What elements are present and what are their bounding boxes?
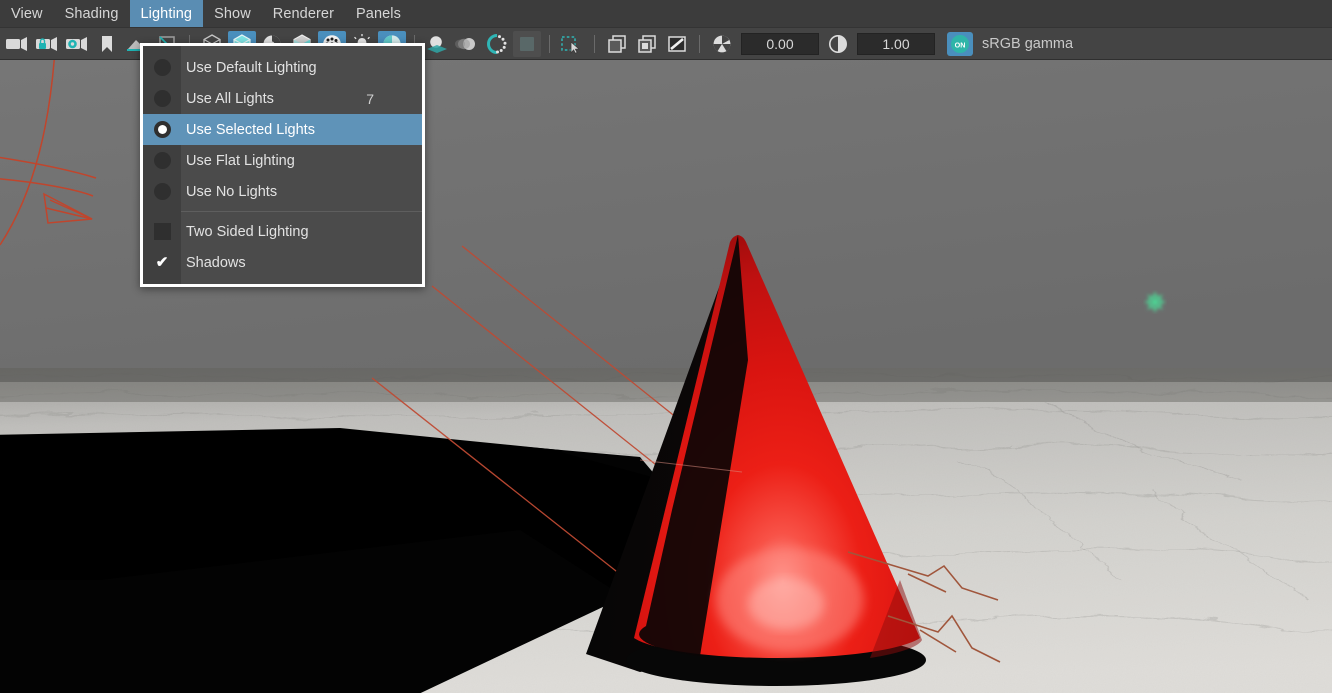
menu-item-label: Use Default Lighting <box>186 59 317 76</box>
lighting-dropdown-menu[interactable]: Use Default Lighting Use All Lights 7 Us… <box>140 43 425 287</box>
menu-item-use-flat-lighting[interactable]: Use Flat Lighting <box>143 145 422 176</box>
menu-renderer[interactable]: Renderer <box>262 0 345 27</box>
menu-item-use-selected-lights[interactable]: Use Selected Lights <box>143 114 422 145</box>
menu-item-use-all-lights[interactable]: Use All Lights 7 <box>143 83 422 114</box>
menu-item-use-no-lights[interactable]: Use No Lights <box>143 176 422 207</box>
menu-view[interactable]: View <box>0 0 54 27</box>
radio-flat-lighting-icon[interactable] <box>143 152 181 169</box>
camera-attributes-icon[interactable] <box>63 31 91 57</box>
radio-default-lighting-icon[interactable] <box>143 59 181 76</box>
menu-panels[interactable]: Panels <box>345 0 412 27</box>
bookmark-icon[interactable] <box>93 31 121 57</box>
camera-select-icon[interactable] <box>3 31 31 57</box>
menu-item-shadows[interactable]: ✔ Shadows <box>143 247 422 278</box>
menu-shading[interactable]: Shading <box>54 0 130 27</box>
maya-viewport-panel: View Shading Lighting Show Renderer Pane… <box>0 0 1332 693</box>
exposure-field[interactable]: 0.00 <box>741 32 819 55</box>
color-management-label: sRGB gamma <box>982 35 1074 52</box>
menu-item-shortcut: 7 <box>366 90 374 107</box>
exposure-icon[interactable] <box>708 31 736 57</box>
menu-divider <box>181 211 422 212</box>
menu-bar: View Shading Lighting Show Renderer Pane… <box>0 0 1332 28</box>
menu-item-label: Use All Lights <box>186 90 274 107</box>
multisample-icon[interactable] <box>483 31 511 57</box>
color-management-toggle[interactable]: ON <box>947 31 973 56</box>
toolbar-separator-5 <box>699 34 700 53</box>
menu-show[interactable]: Show <box>203 0 262 27</box>
checkbox-shadows-icon[interactable]: ✔ <box>143 254 181 271</box>
xray-active-components-icon[interactable] <box>663 31 691 57</box>
depth-of-field-icon[interactable] <box>513 30 541 57</box>
ao-sphere-icon[interactable] <box>423 31 451 57</box>
xray-panels-icon[interactable] <box>603 31 631 57</box>
menu-item-label: Two Sided Lighting <box>186 223 309 240</box>
radio-all-lights-icon[interactable] <box>143 90 181 107</box>
motion-blur-icon[interactable] <box>453 31 481 57</box>
menu-lighting[interactable]: Lighting <box>129 0 204 27</box>
menu-item-use-default-lighting[interactable]: Use Default Lighting <box>143 52 422 83</box>
light-locator-icon <box>1145 292 1165 312</box>
menu-item-label: Use Selected Lights <box>186 121 315 138</box>
menu-item-label: Use Flat Lighting <box>186 152 295 169</box>
isolate-select-icon[interactable] <box>558 31 586 57</box>
toolbar-separator-4 <box>594 34 595 53</box>
radio-no-lights-icon[interactable] <box>143 183 181 200</box>
menu-bottom-pad <box>143 278 422 284</box>
menu-item-label: Shadows <box>186 254 246 271</box>
menu-item-two-sided-lighting[interactable]: Two Sided Lighting <box>143 216 422 247</box>
camera-lock-icon[interactable] <box>33 31 61 57</box>
xray-joints-icon[interactable] <box>633 31 661 57</box>
gamma-field[interactable]: 1.00 <box>857 32 935 55</box>
radio-selected-lights-icon[interactable] <box>143 121 181 138</box>
svg-text:ON: ON <box>955 40 966 49</box>
gamma-icon[interactable] <box>824 31 852 57</box>
toolbar-separator-3 <box>549 34 550 53</box>
checkbox-two-sided-lighting-icon[interactable] <box>143 223 181 240</box>
menu-item-label: Use No Lights <box>186 183 278 200</box>
